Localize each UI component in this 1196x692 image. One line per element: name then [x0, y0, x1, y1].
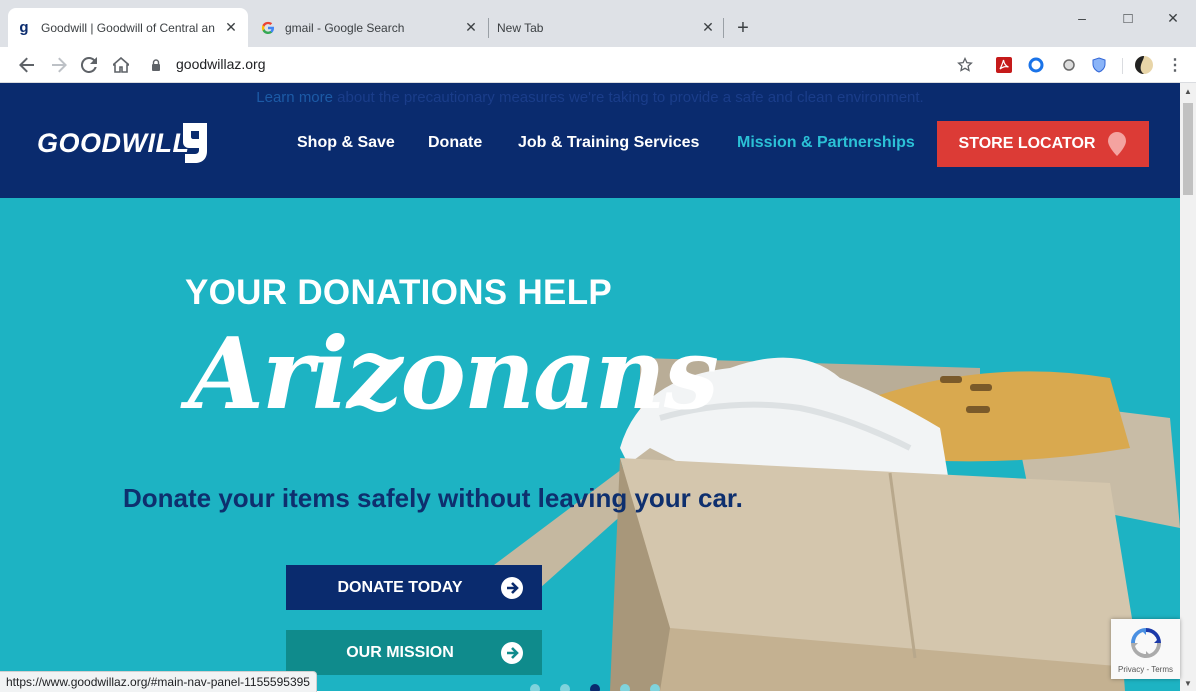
grey-circle-extension-icon[interactable]: [1059, 55, 1079, 75]
tab-new-tab[interactable]: New Tab ✕: [489, 8, 725, 47]
lock-icon: [152, 59, 160, 71]
slide-dot-4[interactable]: [620, 684, 630, 691]
tab-close-icon[interactable]: ✕: [699, 19, 717, 37]
our-mission-label: OUR MISSION: [346, 643, 454, 661]
tab-title: New Tab: [497, 20, 544, 35]
arrow-right-circle-icon: [501, 641, 523, 664]
notice-text: about the precautionary measures we're t…: [333, 89, 924, 106]
scroll-up-arrow-icon[interactable]: ▲: [1180, 83, 1196, 99]
tab-separator: [723, 18, 724, 38]
tab-title: Goodwill | Goodwill of Central an: [41, 20, 215, 35]
pdf-extension-icon[interactable]: [994, 55, 1014, 75]
site-header: Learn more about the precautionary measu…: [0, 83, 1180, 198]
nav-donate[interactable]: Donate: [428, 134, 482, 152]
tab-google-search[interactable]: gmail - Google Search ✕: [252, 8, 488, 47]
slide-dot-5[interactable]: [650, 684, 660, 691]
google-favicon-icon: [260, 20, 276, 36]
slide-dot-2[interactable]: [560, 684, 570, 691]
blue-ring-extension-icon[interactable]: [1026, 55, 1046, 75]
browser-toolbar: goodwillaz.org ⋮: [0, 47, 1196, 83]
reload-icon: [81, 57, 97, 73]
goodwill-favicon-icon: g: [19, 19, 29, 36]
status-bar-url: https://www.goodwillaz.org/#main-nav-pan…: [0, 671, 317, 692]
recaptcha-links[interactable]: Privacy - Terms: [1111, 665, 1180, 674]
hero-subline: Donate your items safely without leaving…: [123, 483, 743, 513]
reload-button[interactable]: [76, 52, 102, 78]
hero-headline: YOUR DONATIONS HELP: [185, 273, 613, 312]
bookmark-star-icon[interactable]: [955, 55, 975, 75]
maximize-button[interactable]: □: [1108, 4, 1148, 32]
forward-arrow-icon: [52, 57, 67, 73]
our-mission-button[interactable]: OUR MISSION: [286, 630, 542, 675]
goodwill-logo[interactable]: GOODWILL: [37, 128, 189, 159]
tab-close-icon[interactable]: ✕: [222, 19, 240, 37]
arrow-right-circle-icon: [501, 576, 523, 599]
address-bar[interactable]: goodwillaz.org: [176, 56, 266, 72]
home-button[interactable]: [108, 52, 134, 78]
slide-dot-1[interactable]: [530, 684, 540, 691]
tab-goodwill[interactable]: g Goodwill | Goodwill of Central an ✕: [8, 8, 248, 47]
hero-banner: YOUR DONATIONS HELP Arizonans Donate you…: [0, 198, 1180, 691]
toolbar-separator: [1122, 58, 1123, 74]
tab-strip: g Goodwill | Goodwill of Central an ✕ gm…: [0, 0, 1196, 47]
recaptcha-badge[interactable]: Privacy - Terms: [1111, 619, 1180, 679]
close-window-button[interactable]: ✕: [1153, 4, 1193, 32]
web-page: Learn more about the precautionary measu…: [0, 83, 1180, 691]
donate-today-label: DONATE TODAY: [337, 578, 463, 596]
back-button[interactable]: [14, 52, 40, 78]
nav-mission-partnerships[interactable]: Mission & Partnerships: [737, 134, 915, 152]
covid-notice: Learn more about the precautionary measu…: [0, 89, 1180, 106]
back-arrow-icon: [19, 57, 34, 73]
nav-shop-save[interactable]: Shop & Save: [297, 134, 395, 152]
menu-kebab-icon[interactable]: ⋮: [1165, 55, 1185, 75]
minimize-button[interactable]: –: [1062, 4, 1102, 32]
tab-close-icon[interactable]: ✕: [462, 19, 480, 37]
tab-title: gmail - Google Search: [285, 20, 405, 35]
hero-script-word: Arizonans: [188, 317, 719, 432]
store-locator-label: STORE LOCATOR: [958, 135, 1096, 152]
map-pin-icon: [1108, 132, 1127, 156]
home-icon: [113, 57, 129, 73]
nav-job-training[interactable]: Job & Training Services: [518, 134, 699, 152]
scroll-down-arrow-icon[interactable]: ▼: [1180, 675, 1196, 691]
store-locator-button[interactable]: STORE LOCATOR: [937, 121, 1149, 167]
donate-today-button[interactable]: DONATE TODAY: [286, 565, 542, 610]
recaptcha-icon: [1131, 628, 1161, 658]
goodwill-g-logo-icon[interactable]: [180, 119, 210, 165]
learn-more-link[interactable]: Learn more: [256, 89, 333, 106]
slide-dot-3[interactable]: [590, 684, 600, 691]
scrollbar-thumb[interactable]: [1183, 103, 1193, 195]
forward-button[interactable]: [46, 52, 72, 78]
shield-extension-icon[interactable]: [1089, 55, 1109, 75]
new-tab-button[interactable]: +: [731, 16, 755, 40]
profile-avatar[interactable]: [1134, 55, 1154, 75]
